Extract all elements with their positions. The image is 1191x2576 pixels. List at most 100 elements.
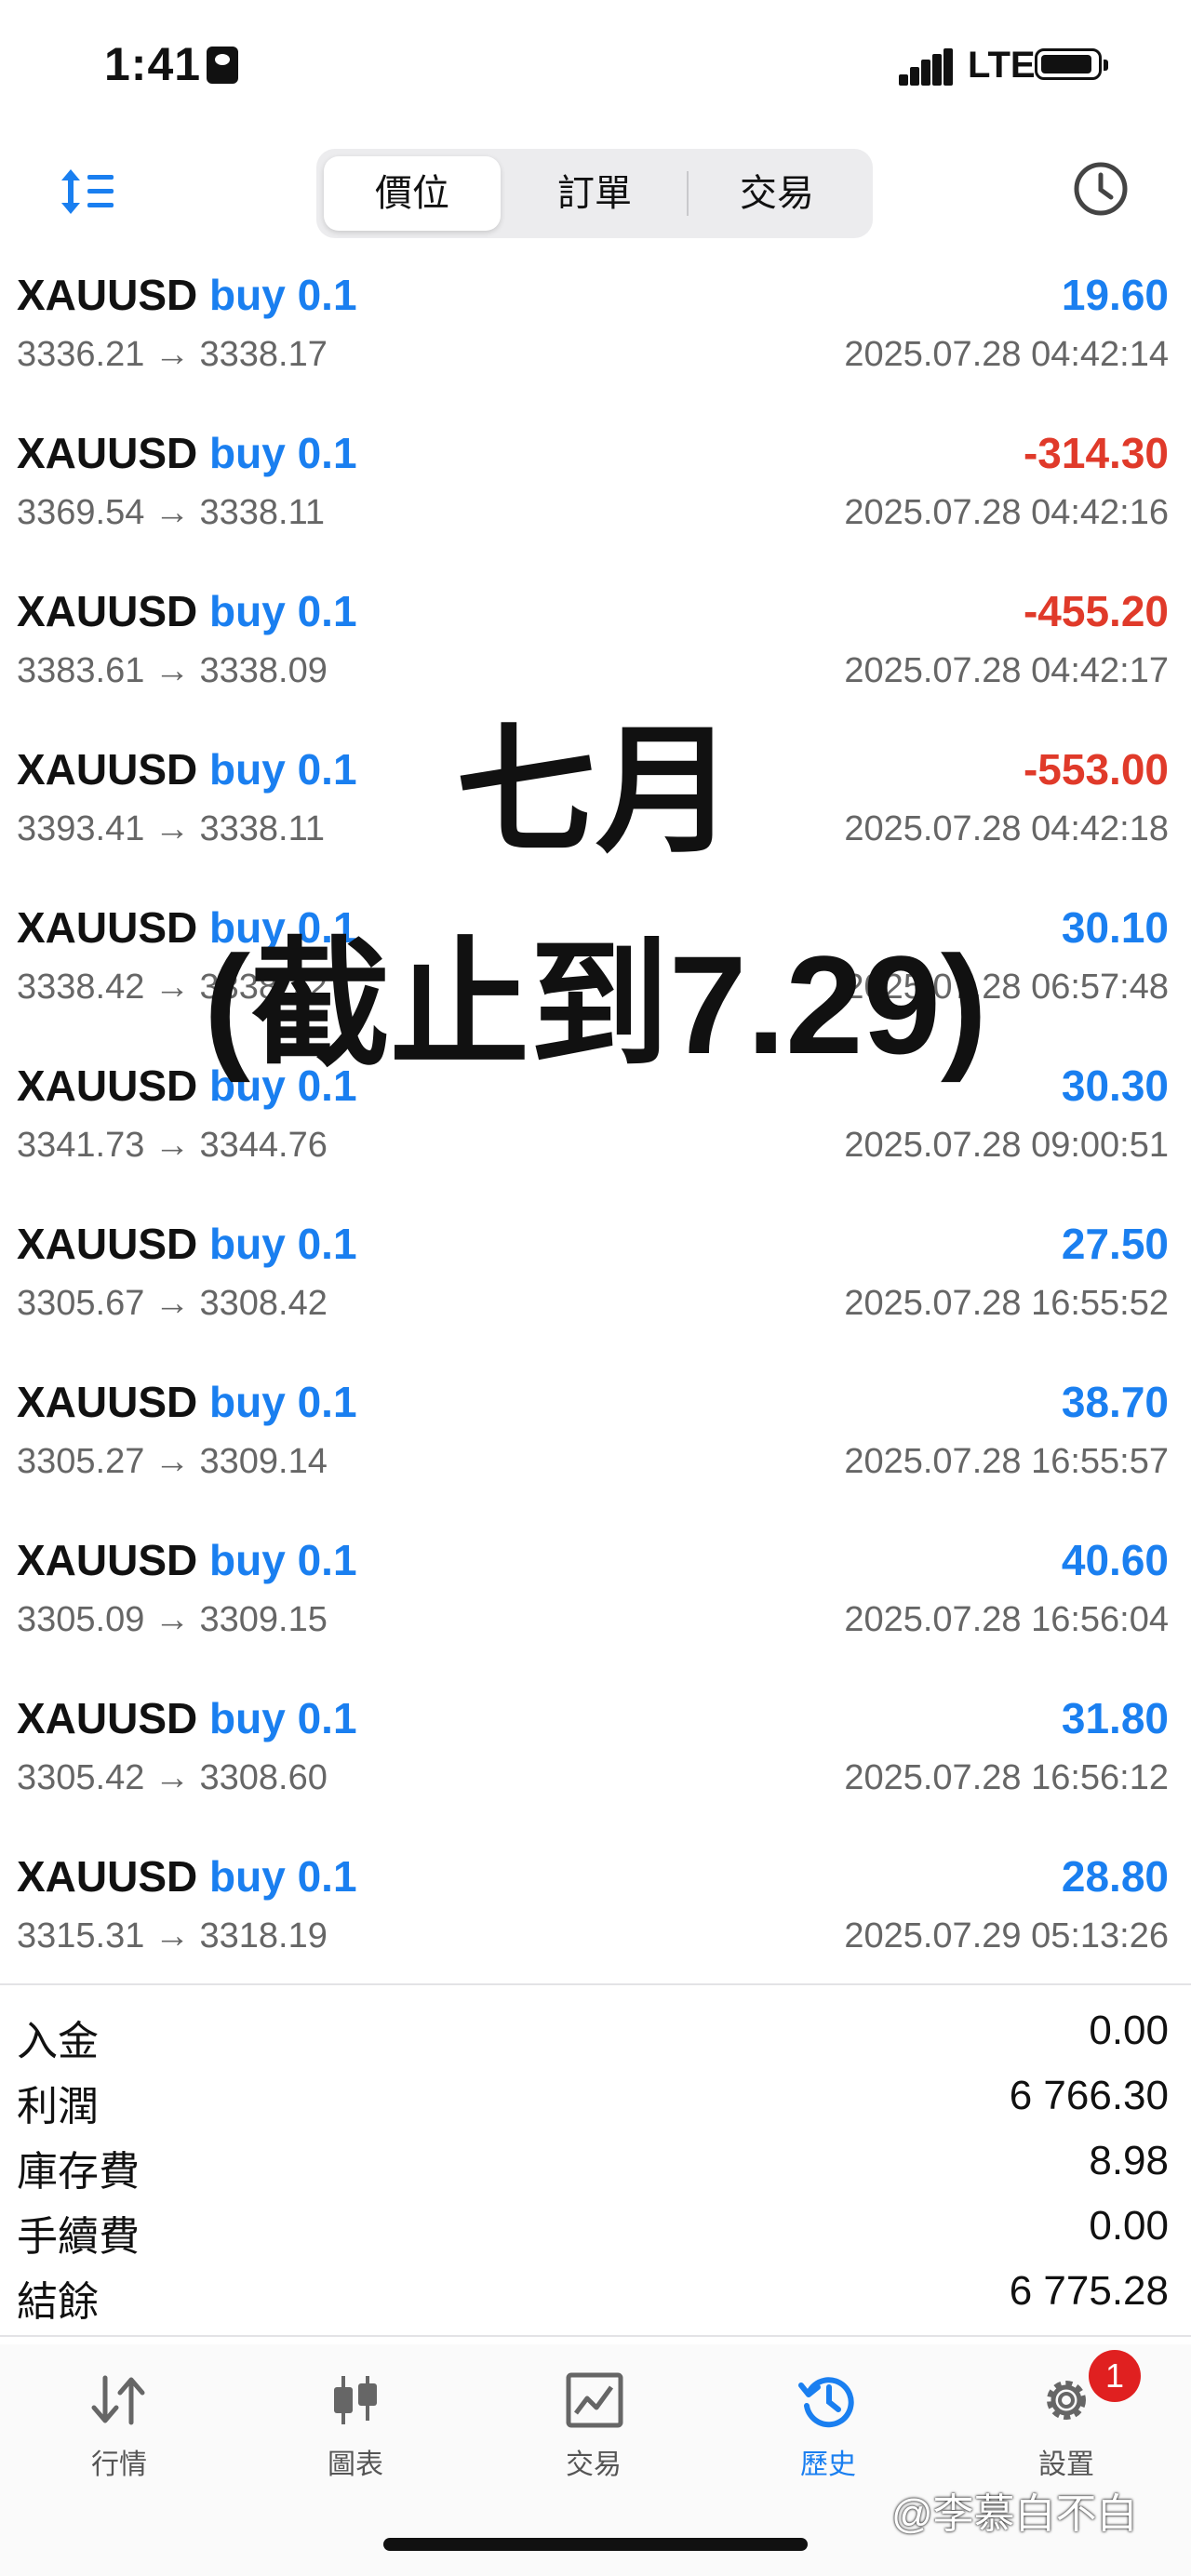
summary-value: 8.98 <box>1089 2138 1169 2183</box>
summary-label: 入金 <box>17 2019 99 2064</box>
trade-prices: 3305.42 → 3308.60 <box>17 1758 328 1798</box>
overlay-month-title: 七月 <box>455 713 735 869</box>
trade-row[interactable]: XAUUSD buy 0.1 31.80 3305.42 → 3308.60 2025… <box>0 1693 1191 1851</box>
summary-value: 6 766.30 <box>1009 2073 1169 2118</box>
tab-settings-label: 設置 <box>1038 2449 1094 2480</box>
close-price: 3344.76 <box>199 1126 328 1165</box>
trade-symbol: XAUUSD buy 0.1 <box>17 1377 357 1427</box>
trade-time: 2025.07.28 04:42:16 <box>844 493 1169 532</box>
summary-value: 0.00 <box>1089 2203 1169 2249</box>
trade-profit: 19.60 <box>1061 271 1169 319</box>
trade-symbol: XAUUSD buy 0.1 <box>17 1693 357 1743</box>
trade-profit: 40.60 <box>1061 1536 1169 1584</box>
summary-divider-top <box>0 1983 1191 1985</box>
overlay-date-note: (截止到7.29) <box>204 927 987 1083</box>
arrow-right-icon: → <box>154 1758 190 1797</box>
symbol-text: XAUUSD <box>17 429 198 477</box>
contact-card-icon <box>207 47 238 84</box>
summary-value: 6 775.28 <box>1009 2268 1169 2314</box>
trade-row[interactable]: XAUUSD buy 0.1 38.70 3305.27 → 3309.14 2025… <box>0 1377 1191 1535</box>
battery-icon <box>1035 48 1108 80</box>
symbol-text: XAUUSD <box>17 1378 198 1426</box>
trade-symbol: XAUUSD buy 0.1 <box>17 1535 357 1585</box>
open-price: 3383.61 <box>17 651 145 690</box>
trade-symbol: XAUUSD buy 0.1 <box>17 270 357 320</box>
trade-symbol: XAUUSD buy 0.1 <box>17 428 357 478</box>
trade-prices: 3369.54 → 3338.11 <box>17 493 325 533</box>
trade-row[interactable]: XAUUSD buy 0.1 30.30 3341.73 → 3344.76 2025… <box>0 1061 1191 1219</box>
arrow-right-icon: → <box>154 1916 190 1955</box>
clock-icon[interactable] <box>1072 160 1130 218</box>
trade-symbol: XAUUSD buy 0.1 <box>17 1851 357 1902</box>
open-price: 3305.27 <box>17 1442 145 1481</box>
trade-profit: 31.80 <box>1061 1694 1169 1742</box>
summary-row: 利潤 6 766.30 <box>0 2073 1191 2138</box>
arrow-right-icon: → <box>154 1126 190 1165</box>
trade-profit: 27.50 <box>1061 1220 1169 1268</box>
trade-prices: 3305.09 → 3309.15 <box>17 1600 328 1640</box>
trade-time: 2025.07.28 16:56:12 <box>844 1758 1169 1797</box>
tab-trade-bottom[interactable]: 交易 <box>519 2372 668 2482</box>
trade-row[interactable]: XAUUSD buy 0.1 27.50 3305.67 → 3308.42 2025… <box>0 1219 1191 1377</box>
sort-icon[interactable] <box>58 166 115 218</box>
summary-row: 入金 0.00 <box>0 2008 1191 2073</box>
tab-order[interactable]: 訂單 <box>506 156 683 231</box>
close-price: 3308.42 <box>199 1284 328 1323</box>
trade-row[interactable]: XAUUSD buy 0.1 40.60 3305.09 → 3309.15 2025… <box>0 1535 1191 1693</box>
tab-history-label: 歷史 <box>800 2449 856 2480</box>
trade-side: buy 0.1 <box>209 1852 357 1901</box>
trade-side: buy 0.1 <box>209 1536 357 1584</box>
signal-strength-icon <box>899 48 955 86</box>
open-price: 3369.54 <box>17 493 145 532</box>
status-bar: 1:41 LTE <box>0 0 1191 130</box>
open-price: 3305.09 <box>17 1600 145 1639</box>
summary-label: 手續費 <box>17 2214 140 2260</box>
tab-charts-label: 圖表 <box>328 2449 383 2480</box>
trade-prices: 3341.73 → 3344.76 <box>17 1126 328 1166</box>
trade-row[interactable]: XAUUSD buy 0.1 28.80 3315.31 → 3318.19 2025… <box>0 1851 1191 2009</box>
watermark-text: @李慕白不白 <box>891 2491 1138 2537</box>
arrows-updown-icon <box>91 2375 145 2425</box>
arrow-right-icon: → <box>154 1600 190 1639</box>
trade-prices: 3305.67 → 3308.42 <box>17 1284 328 1324</box>
trade-prices: 3315.31 → 3318.19 <box>17 1916 328 1956</box>
notification-badge: 1 <box>1089 2350 1141 2402</box>
close-price: 3309.15 <box>199 1600 328 1639</box>
close-price: 3318.19 <box>199 1916 328 1955</box>
symbol-text: XAUUSD <box>17 1220 198 1268</box>
trade-side: buy 0.1 <box>209 271 357 319</box>
tab-quotes-label: 行情 <box>91 2449 147 2480</box>
open-price: 3305.67 <box>17 1284 145 1323</box>
trade-row[interactable]: XAUUSD buy 0.1 -314.30 3369.54 → 3338.11 20… <box>0 428 1191 586</box>
trade-side: buy 0.1 <box>209 587 357 635</box>
trade-time: 2025.07.28 16:55:52 <box>844 1284 1169 1323</box>
summary-label: 利潤 <box>17 2084 99 2129</box>
trade-prices: 3383.61 → 3338.09 <box>17 651 328 691</box>
trade-time: 2025.07.29 05:13:26 <box>844 1916 1169 1955</box>
home-indicator[interactable] <box>383 2538 808 2551</box>
candlestick-icon <box>334 2376 377 2424</box>
symbol-text: XAUUSD <box>17 1852 198 1901</box>
tab-trade-bottom-label: 交易 <box>566 2449 622 2480</box>
arrow-right-icon: → <box>154 651 190 690</box>
summary-row: 結餘 6 775.28 <box>0 2268 1191 2333</box>
tab-history[interactable]: 歷史 <box>754 2372 903 2482</box>
trade-time: 2025.07.28 04:42:14 <box>844 335 1169 374</box>
summary-row: 手續費 0.00 <box>0 2203 1191 2268</box>
symbol-text: XAUUSD <box>17 587 198 635</box>
trade-profit: 28.80 <box>1061 1852 1169 1901</box>
close-price: 3338.17 <box>199 335 328 374</box>
arrow-right-icon: → <box>154 335 190 374</box>
summary-label: 庫存費 <box>17 2149 140 2195</box>
open-price: 3305.42 <box>17 1758 145 1797</box>
trade-side: buy 0.1 <box>209 1220 357 1268</box>
sort-segmented-control: 價位 訂單 交易 <box>316 149 873 238</box>
tab-price[interactable]: 價位 <box>324 156 501 231</box>
tab-charts[interactable]: 圖表 <box>281 2372 430 2482</box>
status-time: 1:41 <box>104 38 202 90</box>
symbol-text: XAUUSD <box>17 271 198 319</box>
tab-quotes[interactable]: 行情 <box>45 2372 194 2482</box>
tab-trade[interactable]: 交易 <box>689 156 865 231</box>
open-price: 3336.21 <box>17 335 145 374</box>
trade-row[interactable]: XAUUSD buy 0.1 19.60 3336.21 → 3338.17 2025… <box>0 270 1191 428</box>
